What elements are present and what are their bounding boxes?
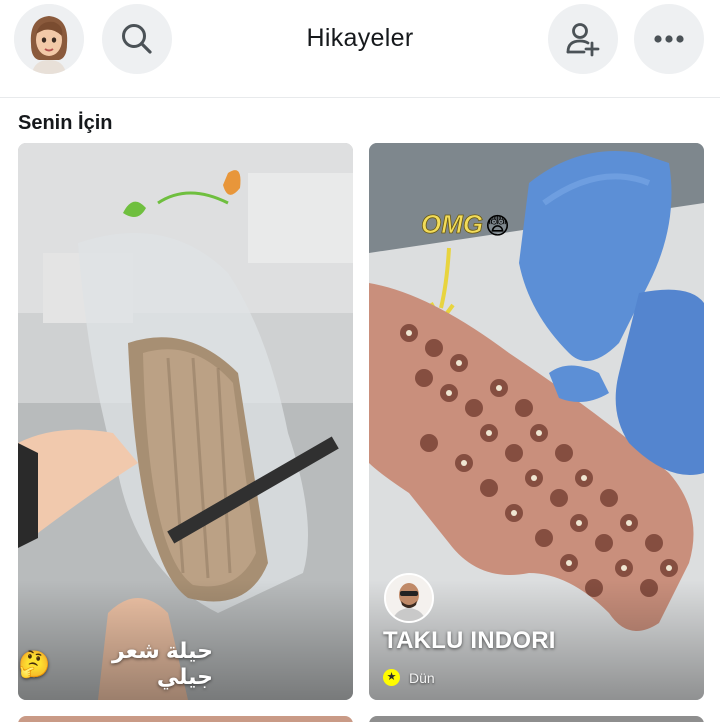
story-card-partial[interactable] — [18, 716, 353, 722]
add-friend-icon — [566, 23, 600, 57]
story-timestamp: Dün — [409, 669, 435, 686]
creator-avatar[interactable] — [384, 573, 434, 623]
avatar — [386, 575, 432, 621]
story-card[interactable]: OMG 😨 TAKLU INDORI ★ Dün — [369, 143, 704, 700]
more-horizontal-icon — [654, 35, 684, 43]
story-card[interactable]: حيلة شعر جيلي 🤔 — [18, 143, 353, 700]
search-icon — [122, 24, 152, 54]
story-caption: حيلة شعر جيلي 🤔 — [18, 638, 213, 690]
overlay-text: OMG — [421, 209, 483, 239]
fearful-face-icon: 😨 — [485, 213, 510, 240]
thinking-face-icon: 🤔 — [18, 649, 51, 679]
story-meta: ★ Dün — [383, 669, 435, 686]
section-title: Senin İçin — [18, 112, 113, 134]
search-button[interactable] — [102, 4, 172, 74]
more-button[interactable] — [634, 4, 704, 74]
add-friend-button[interactable] — [548, 4, 618, 74]
star-badge-icon: ★ — [383, 669, 400, 686]
bitmoji-avatar-icon — [14, 4, 84, 74]
profile-avatar-button[interactable] — [14, 4, 84, 74]
top-bar: Hikayeler — [0, 0, 720, 98]
page-title: Hikayeler — [306, 24, 414, 52]
caption-text: حيلة شعر جيلي — [111, 638, 213, 689]
story-card-partial[interactable] — [369, 716, 704, 722]
creator-name[interactable]: TAKLU INDORI — [383, 627, 556, 655]
